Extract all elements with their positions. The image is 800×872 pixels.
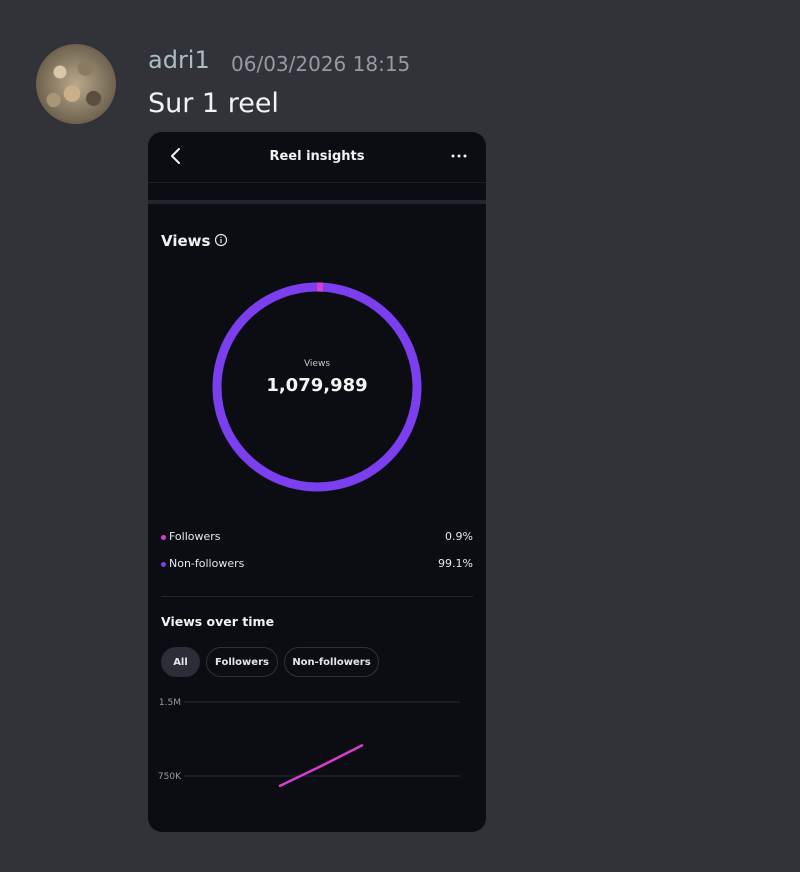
divider xyxy=(161,596,473,597)
message-text: Sur 1 reel xyxy=(148,88,279,119)
screenshot-attachment[interactable]: Reel insights Views Views 1,079,989 Foll… xyxy=(148,132,486,832)
screen-title: Reel insights xyxy=(269,149,365,164)
legend-followers: Followers 0.9% xyxy=(161,530,473,546)
filter-chip-followers[interactable]: Followers xyxy=(206,647,278,677)
legend-percent: 0.9% xyxy=(445,530,473,543)
views-over-time-heading: Views over time xyxy=(161,614,275,629)
legend-label: Followers xyxy=(169,530,221,543)
filter-chip-all[interactable]: All xyxy=(161,647,200,677)
y-tick-label: 1.5M xyxy=(159,698,181,708)
non-followers-dot-icon xyxy=(161,562,166,567)
views-heading: Views xyxy=(161,232,211,250)
donut-center-value: 1,079,989 xyxy=(266,375,368,396)
legend-percent: 99.1% xyxy=(438,557,473,570)
avatar[interactable] xyxy=(36,44,116,124)
reel-header: Reel insights xyxy=(148,132,486,182)
info-icon[interactable] xyxy=(214,233,228,247)
divider xyxy=(148,200,486,204)
more-options-icon[interactable] xyxy=(450,148,468,164)
donut-center-label: Views xyxy=(303,359,331,369)
followers-dot-icon xyxy=(161,535,166,540)
author-name[interactable]: adri1 xyxy=(148,46,210,74)
views-over-time-chart: 1.5M 750K xyxy=(158,698,460,788)
divider xyxy=(148,182,486,183)
legend-non-followers: Non-followers 99.1% xyxy=(161,557,473,573)
legend-label: Non-followers xyxy=(169,557,245,570)
filter-chip-non-followers[interactable]: Non-followers xyxy=(284,647,379,677)
timestamp: 06/03/2026 18:15 xyxy=(231,52,411,76)
views-series-line xyxy=(278,744,364,788)
y-tick-label: 750K xyxy=(158,772,182,782)
